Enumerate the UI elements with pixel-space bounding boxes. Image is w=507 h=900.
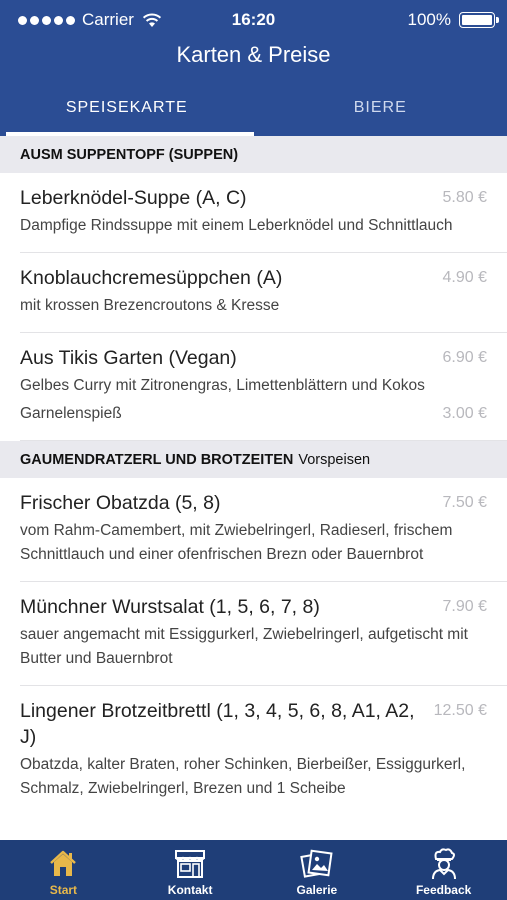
page-title: Karten & Preise	[176, 42, 331, 67]
item-name: Knoblauchcremesüppchen (A)	[20, 267, 283, 289]
menu-item[interactable]: Münchner Wurstsalat (1, 5, 6, 7, 8) 7.90…	[20, 582, 507, 686]
section-header-brotzeiten: GAUMENDRATZERL UND BROTZEITEN Vorspeisen	[0, 441, 507, 478]
tab-speisekarte[interactable]: SPEISEKARTE	[0, 84, 254, 136]
item-name: Münchner Wurstsalat (1, 5, 6, 7, 8)	[20, 596, 320, 618]
item-description: Obatzda, kalter Braten, roher Schinken, …	[20, 756, 466, 797]
item-description: vom Rahm-Camembert, mit Zwiebelringerl, …	[20, 522, 453, 563]
item-price: 4.90 €	[442, 269, 487, 286]
bottom-tab-bar: Start Kontakt Galerie Feedback	[0, 840, 507, 900]
tabbar-label: Start	[49, 883, 78, 897]
battery-status: 100%	[407, 10, 499, 30]
menu-list[interactable]: AUSM SUPPENTOPF (SUPPEN) Leberknödel-Sup…	[0, 136, 507, 840]
status-bar: Carrier 16:20 100%	[0, 0, 507, 38]
battery-icon	[459, 12, 499, 28]
battery-percent: 100%	[407, 10, 451, 29]
app-header: Carrier 16:20 100% Karten & Preise SPEIS…	[0, 0, 507, 136]
menu-item[interactable]: Lingener Brotzeitbrettl (1, 3, 4, 5, 6, …	[20, 686, 507, 815]
section-header-suppen: AUSM SUPPENTOPF (SUPPEN)	[0, 136, 507, 173]
item-description: Dampfige Rindssuppe mit einem Leberknöde…	[20, 217, 453, 234]
storefront-icon	[173, 848, 207, 880]
tabbar-label: Galerie	[296, 883, 338, 897]
item-name: Leberknödel-Suppe (A, C)	[20, 187, 247, 209]
section-title: GAUMENDRATZERL UND BROTZEITEN	[20, 451, 294, 468]
menu-item[interactable]: Leberknödel-Suppe (A, C) 5.80 € Dampfige…	[20, 173, 507, 253]
item-name: Frischer Obatzda (5, 8)	[20, 492, 221, 514]
tabbar-feedback[interactable]: Feedback	[380, 840, 507, 900]
extra-label: Garnelenspieß	[20, 405, 122, 422]
item-description: sauer angemacht mit Essiggurkerl, Zwiebe…	[20, 626, 468, 667]
menu-item[interactable]: Aus Tikis Garten (Vegan) 6.90 € Gelbes C…	[20, 333, 507, 441]
section-subtitle: Vorspeisen	[298, 451, 371, 468]
chef-icon	[427, 848, 461, 880]
item-price: 5.80 €	[442, 189, 487, 206]
menu-item[interactable]: Knoblauchcremesüppchen (A) 4.90 € mit kr…	[20, 253, 507, 333]
section-title: AUSM SUPPENTOPF (SUPPEN)	[20, 146, 239, 163]
tabbar-galerie[interactable]: Galerie	[254, 840, 381, 900]
item-extra: Garnelenspieß 3.00 €	[20, 402, 487, 426]
tabbar-label: Kontakt	[167, 883, 213, 897]
gallery-icon	[300, 848, 334, 880]
item-price: 7.90 €	[442, 598, 487, 615]
menu-tabs: SPEISEKARTE BIERE	[0, 84, 507, 136]
tabbar-start[interactable]: Start	[0, 840, 127, 900]
menu-item[interactable]: Frischer Obatzda (5, 8) 7.50 € vom Rahm-…	[20, 478, 507, 582]
home-icon	[46, 848, 80, 880]
item-name: Lingener Brotzeitbrettl (1, 3, 4, 5, 6, …	[20, 700, 415, 748]
item-price: 6.90 €	[442, 349, 487, 366]
item-description: mit krossen Brezencroutons & Kresse	[20, 297, 280, 314]
tab-biere[interactable]: BIERE	[254, 84, 507, 136]
item-description: Gelbes Curry mit Zitronengras, Limettenb…	[20, 377, 425, 394]
tabbar-label: Feedback	[415, 883, 472, 897]
item-price: 7.50 €	[442, 494, 487, 511]
extra-price: 3.00 €	[442, 405, 487, 422]
item-name: Aus Tikis Garten (Vegan)	[20, 347, 237, 369]
item-price: 12.50 €	[433, 702, 487, 719]
tabbar-kontakt[interactable]: Kontakt	[127, 840, 254, 900]
